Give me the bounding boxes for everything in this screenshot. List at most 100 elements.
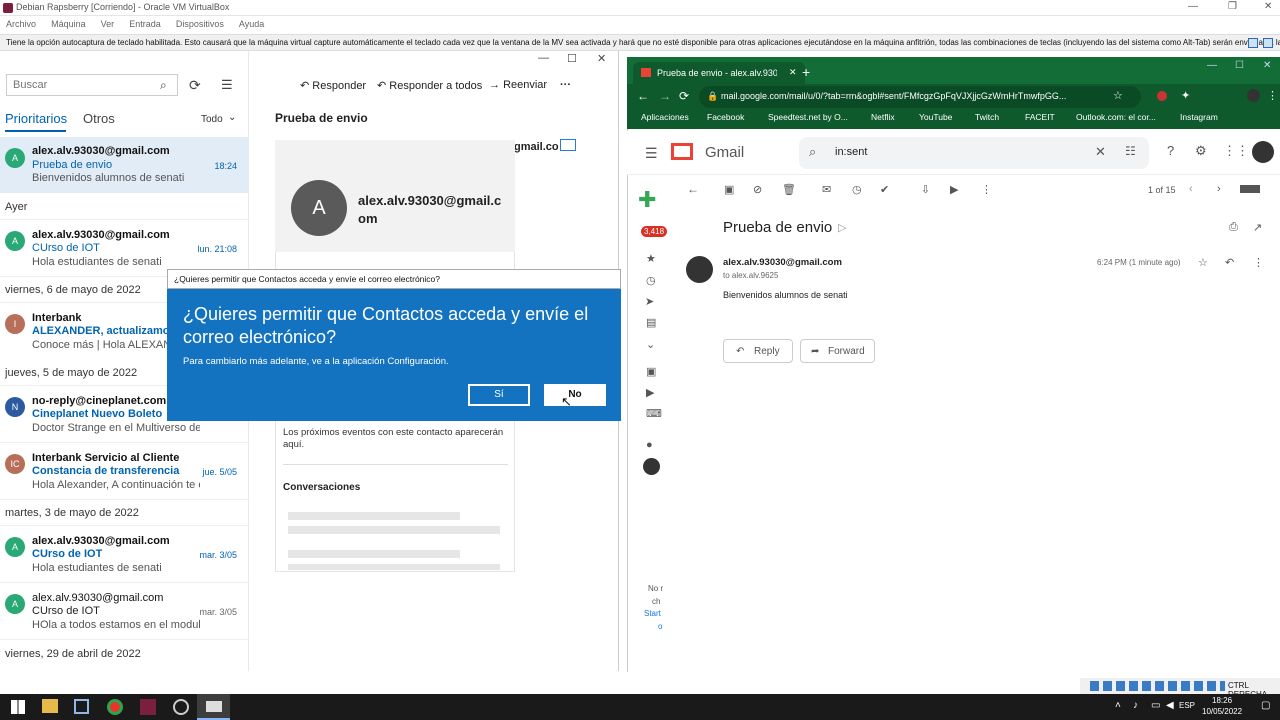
search-icon[interactable]: ⌕	[809, 144, 816, 160]
maximize-icon[interactable]: ☐	[567, 52, 577, 65]
bookmark-netflix[interactable]: Netflix	[871, 112, 895, 122]
bookmark-star-icon[interactable]: ☆	[1113, 89, 1123, 102]
reply-all-button[interactable]: ↶ Responder a todos	[377, 79, 482, 92]
list-item-selected[interactable]: A alex.alv.93030@gmail.com Prueba de env…	[0, 137, 249, 193]
chevron-down-icon[interactable]: ⌄	[228, 112, 236, 123]
bookmark-facebook[interactable]: Facebook	[707, 112, 744, 122]
reload-icon[interactable]: ⟳	[679, 89, 689, 103]
meet-new-icon[interactable]: ▣	[646, 365, 656, 378]
forward-button[interactable]: → Reenviar	[489, 79, 547, 91]
close-icon[interactable]: ✕	[1263, 60, 1271, 71]
help-icon[interactable]: ?	[1167, 143, 1174, 158]
gmail-search-box[interactable]: ⌕ in:sent ✕ ☷	[799, 137, 1149, 169]
maximize-icon[interactable]: ☐	[1235, 60, 1244, 71]
sync-icon[interactable]: ⟳	[189, 77, 201, 94]
more-options-icon[interactable]: ⋮	[1253, 256, 1264, 269]
start-icon[interactable]	[11, 700, 25, 714]
vm-app-icon[interactable]	[140, 699, 156, 715]
gmail-reply-button[interactable]: ↶ Reply	[723, 339, 793, 363]
menu-archivo[interactable]: Archivo	[6, 19, 36, 29]
no-button[interactable]: No	[544, 384, 606, 406]
notifications-icon[interactable]: ▢	[1261, 700, 1270, 711]
start-link[interactable]: Start	[644, 609, 661, 618]
important-marker-icon[interactable]: ▷	[838, 221, 846, 234]
minimize-icon[interactable]: —	[1207, 60, 1217, 71]
report-spam-icon[interactable]: ⊘	[753, 183, 762, 196]
search-options-icon[interactable]: ☷	[1125, 144, 1136, 158]
obs-icon[interactable]	[173, 699, 189, 715]
restore-icon[interactable]: ❐	[1228, 1, 1237, 12]
yes-button[interactable]: Sí	[468, 384, 530, 406]
archive-icon[interactable]: ▣	[724, 183, 734, 196]
notice-close-icon[interactable]	[1263, 38, 1273, 48]
menu-dots-icon[interactable]: ⋮	[1267, 89, 1278, 102]
bookmark-instagram[interactable]: Instagram	[1180, 112, 1218, 122]
add-task-icon[interactable]: ✔	[880, 183, 889, 196]
drafts-icon[interactable]: ▤	[646, 316, 656, 329]
network-icon[interactable]: ▭	[1151, 700, 1160, 711]
compose-icon[interactable]: ✚	[638, 187, 656, 213]
sent-icon[interactable]: ➤	[645, 295, 654, 308]
back-icon[interactable]: ←	[637, 89, 649, 103]
apps-grid-icon[interactable]: ⋮⋮	[1223, 143, 1249, 159]
more-actions-button[interactable]: ···	[560, 79, 571, 91]
keyboard-icon[interactable]: ⌨	[646, 407, 662, 420]
filter-dropdown[interactable]: Todo	[201, 114, 223, 125]
forward-nav-icon[interactable]: →	[659, 89, 671, 103]
menu-entrada[interactable]: Entrada	[129, 19, 161, 29]
label-icon[interactable]: ▶	[950, 183, 958, 196]
back-to-list-icon[interactable]: ←	[687, 182, 699, 196]
mail-taskbar-icon[interactable]	[197, 694, 230, 720]
star-icon[interactable]: ☆	[1198, 256, 1208, 269]
bookmark-outlook[interactable]: Outlook.com: el cor...	[1076, 112, 1156, 122]
account-avatar[interactable]	[1252, 141, 1274, 163]
open-new-window-icon[interactable]: ↗	[1253, 221, 1262, 234]
gmail-forward-button[interactable]: ➦ Forward	[800, 339, 875, 363]
delete-icon[interactable]: 🗑	[782, 183, 796, 196]
meet-video-icon[interactable]: ▶	[646, 386, 654, 399]
move-to-icon[interactable]: ⇩	[921, 183, 930, 196]
extension-icon[interactable]	[1157, 91, 1167, 101]
list-item[interactable]: A alex.alv.93030@gmail.com CUrso de IOT …	[0, 220, 249, 276]
list-item[interactable]: A alex.alv.93030@gmail.com CUrso de IOT …	[0, 583, 249, 639]
profile-avatar[interactable]	[1247, 89, 1260, 102]
bookmark-speedtest[interactable]: Speedtest.net by O...	[768, 112, 848, 122]
starred-icon[interactable]: ★	[646, 252, 656, 265]
input-tools-icon[interactable]	[1240, 185, 1260, 193]
tray-arrow-icon[interactable]: ˄	[1115, 700, 1121, 711]
hangouts-avatar[interactable]	[643, 458, 660, 475]
microphone-icon[interactable]: ♪	[1133, 700, 1138, 711]
address-bar[interactable]: 🔒 mail.google.com/mail/u/0/?tab=rm&ogbl#…	[699, 86, 1141, 108]
hangouts-icon[interactable]: ●	[646, 439, 653, 451]
more-icon[interactable]: ⋮	[981, 183, 992, 196]
bookmark-faceit[interactable]: FACEIT	[1025, 112, 1055, 122]
newer-icon[interactable]: ‹	[1189, 183, 1193, 195]
close-icon[interactable]: ✕	[1264, 1, 1272, 12]
menu-ayuda[interactable]: Ayuda	[239, 19, 264, 29]
print-icon[interactable]: ⎙	[1229, 221, 1238, 234]
clock-date[interactable]: 10/05/2022	[1202, 707, 1242, 716]
snooze-icon[interactable]: ◷	[852, 183, 862, 196]
hamburger-menu-icon[interactable]: ☰	[645, 145, 658, 162]
bookmark-apps[interactable]: Aplicaciones	[641, 112, 689, 122]
clock-time[interactable]: 18:26	[1212, 696, 1232, 705]
vm-device-icons[interactable]	[1090, 681, 1225, 691]
virtualbox-icon[interactable]	[74, 699, 89, 714]
minimize-icon[interactable]: —	[538, 52, 549, 64]
gmail-to[interactable]: to alex.alv.9625	[723, 271, 778, 280]
gmail-search-input[interactable]: in:sent	[835, 146, 867, 158]
search-input[interactable]	[7, 75, 147, 95]
tab-focused[interactable]: Prioritarios	[5, 111, 67, 126]
language-indicator[interactable]: ESP	[1179, 701, 1195, 710]
mark-unread-icon[interactable]: ✉	[822, 183, 831, 196]
minimize-icon[interactable]: —	[1188, 1, 1198, 12]
list-item[interactable]: A alex.alv.93030@gmail.com CUrso de IOT …	[0, 526, 249, 582]
list-item[interactable]: IC Interbank Servicio al Cliente Constan…	[0, 443, 249, 499]
close-icon[interactable]: ✕	[597, 52, 606, 65]
file-explorer-icon[interactable]	[42, 699, 58, 713]
settings-gear-icon[interactable]: ⚙	[1195, 143, 1207, 159]
chrome-icon[interactable]	[107, 699, 123, 715]
mail-icon[interactable]	[560, 139, 576, 151]
search-icon[interactable]: ⌕	[160, 78, 167, 93]
volume-icon[interactable]: ◀	[1166, 700, 1174, 711]
